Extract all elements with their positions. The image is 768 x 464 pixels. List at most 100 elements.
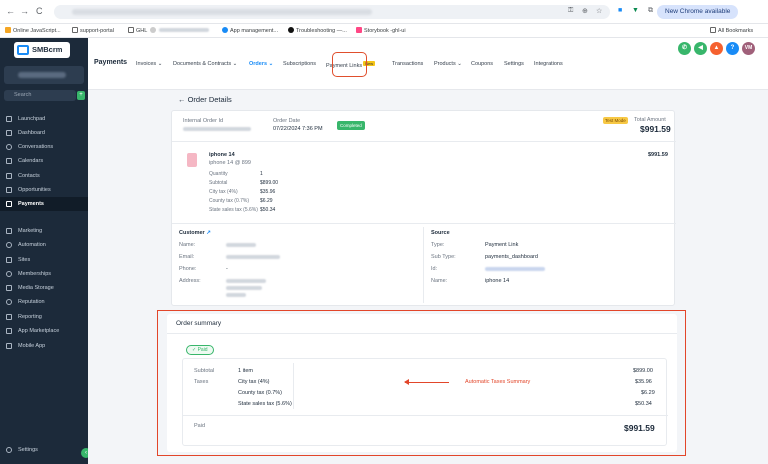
filter-extension-icon[interactable]: ▼ <box>632 7 639 14</box>
bookmark-1[interactable]: Online JavaScript... <box>5 27 61 34</box>
memberships-icon <box>6 271 12 277</box>
bookmark-2[interactable]: support-portal <box>72 27 114 34</box>
sidebar-item-automation[interactable]: Automation <box>0 238 88 252</box>
line-label: State sales tax (5.6%) <box>209 207 258 213</box>
source-name-label: Name: <box>431 278 448 284</box>
source-name-value: iphone 14 <box>485 278 510 284</box>
source-section: Source Type: Payment Link Sub Type: paym… <box>428 225 672 305</box>
bell-icon[interactable]: ▲ <box>710 42 723 55</box>
sidebar-item-marketing[interactable]: Marketing <box>0 224 88 238</box>
marketplace-icon <box>6 328 12 334</box>
order-summary-heading: Order summary <box>176 320 222 327</box>
product-subtitle: iphone 14 @ 899 <box>209 160 251 166</box>
zoom-icon[interactable]: ⊕ <box>582 7 588 15</box>
tax-name: State sales tax (5.6%) <box>238 401 292 407</box>
status-badge: Completed <box>337 121 365 130</box>
address-bar[interactable] <box>54 5 610 19</box>
line-value: 1 <box>260 171 263 177</box>
star-icon[interactable]: ☆ <box>596 7 602 15</box>
dashboard-icon <box>6 130 12 136</box>
tab-integrations[interactable]: Integrations <box>534 61 563 67</box>
sidebar-item-sites[interactable]: Sites <box>0 253 88 267</box>
browser-toolbar: ← → C ⚿ ⊕ ☆ ■ ▼ ⧉ New Chrome available <box>0 0 768 24</box>
new-chrome-button[interactable]: New Chrome available <box>657 5 739 19</box>
sidebar-item-contacts[interactable]: Contacts <box>0 169 88 183</box>
reload-icon[interactable]: C <box>36 6 43 16</box>
sidebar-item-mobile-app[interactable]: Mobile App <box>0 339 88 353</box>
search-input[interactable]: Search <box>4 90 76 101</box>
megaphone-icon[interactable]: ◀ <box>694 42 707 55</box>
all-bookmarks[interactable]: All Bookmarks <box>710 27 753 34</box>
customer-section: Customer ↗ Name: Email: Phone: - Address… <box>176 225 416 305</box>
order-summary-card: Order summary ✓ Paid Subtotal 1 item $89… <box>167 314 677 452</box>
tax-value: $35.96 <box>635 379 652 385</box>
order-date-value: 07/22/2024 7:36 PM <box>273 126 323 132</box>
sidebar-item-conversations[interactable]: Conversations <box>0 140 88 154</box>
bookmark-redacted[interactable] <box>150 27 216 34</box>
top-nav: Payments Invoices ⌄ Documents & Contract… <box>88 38 768 90</box>
avatar[interactable]: VM <box>742 42 755 55</box>
source-id-value[interactable] <box>485 267 545 271</box>
tab-settings[interactable]: Settings <box>504 61 524 67</box>
help-icon[interactable]: ? <box>726 42 739 55</box>
order-details-title[interactable]: ← Order Details <box>178 95 232 104</box>
orders-highlight <box>332 52 367 77</box>
sidebar-item-memberships[interactable]: Memberships <box>0 267 88 281</box>
sidebar-item-reporting[interactable]: Reporting <box>0 310 88 324</box>
product-name: iphone 14 <box>209 152 235 158</box>
sites-icon <box>6 257 12 263</box>
tab-orders[interactable]: Orders ⌄ <box>249 61 273 67</box>
quick-add-button[interactable]: + <box>77 91 85 100</box>
forward-icon[interactable]: → <box>20 6 29 16</box>
sidebar-item-settings[interactable]: Settings <box>0 443 88 457</box>
customer-name-label: Name: <box>179 242 196 248</box>
bookmark-4[interactable]: App management... <box>222 27 278 34</box>
tab-coupons[interactable]: Coupons <box>471 61 493 67</box>
line-label: City tax (4%) <box>209 189 238 195</box>
subtotal-items: 1 item <box>238 368 253 374</box>
bookmark-6[interactable]: Storybook -ghl-ui <box>356 27 406 34</box>
taxes-label: Taxes <box>194 379 209 385</box>
sidebar-item-launchpad[interactable]: Launchpad <box>0 112 88 126</box>
bookmark-3[interactable]: GHL <box>128 27 147 34</box>
subtotal-label: Subtotal <box>194 368 215 374</box>
sidebar: SMBcrm Search + Launchpad Dashboard Conv… <box>0 38 91 464</box>
payments-icon <box>6 201 12 207</box>
automation-icon <box>6 242 12 248</box>
tab-subscriptions[interactable]: Subscriptions <box>283 61 316 67</box>
tax-name: City tax (4%) <box>238 379 270 385</box>
bookmark-5[interactable]: Troubleshooting —... <box>288 27 347 34</box>
sidebar-item-payments[interactable]: Payments <box>0 197 88 211</box>
customer-phone-value: - <box>226 266 228 272</box>
customer-phone-label: Phone: <box>179 266 197 272</box>
tab-documents-contracts[interactable]: Documents & Contracts ⌄ <box>173 61 237 67</box>
back-icon[interactable]: ← <box>6 6 15 16</box>
page-title: Payments <box>94 59 128 66</box>
sidebar-item-calendars[interactable]: Calendars <box>0 154 88 168</box>
sidebar-item-media-storage[interactable]: Media Storage <box>0 281 88 295</box>
source-heading: Source <box>431 230 450 236</box>
phone-icon[interactable]: ✆ <box>678 42 691 55</box>
sidebar-item-opportunities[interactable]: Opportunities <box>0 183 88 197</box>
sidebar-item-dashboard[interactable]: Dashboard <box>0 126 88 140</box>
annotation-arrow <box>404 379 449 385</box>
sidebar-item-reputation[interactable]: Reputation <box>0 295 88 309</box>
opportunities-icon <box>6 187 12 193</box>
sidebar-item-app-marketplace[interactable]: App Marketplace <box>0 324 88 338</box>
customer-address-label: Address: <box>179 278 201 284</box>
source-type-value: Payment Link <box>485 242 519 248</box>
internal-order-id-value <box>183 127 251 131</box>
key-icon[interactable]: ⚿ <box>568 7 573 15</box>
tab-transactions[interactable]: Transactions <box>392 61 423 67</box>
tab-products[interactable]: Products ⌄ <box>434 61 462 67</box>
logo[interactable]: SMBcrm <box>14 42 70 58</box>
puzzle-icon[interactable]: ⧉ <box>648 7 653 15</box>
main-content: ← Order Details Internal Order Id Order … <box>88 90 768 464</box>
order-date-label: Order Date <box>273 118 301 124</box>
product-image <box>187 153 197 167</box>
line-value: $50.34 <box>260 207 276 213</box>
account-switcher[interactable] <box>4 66 84 84</box>
extension-icon[interactable]: ■ <box>618 7 622 14</box>
product-total: $991.59 <box>648 152 668 158</box>
tab-invoices[interactable]: Invoices ⌄ <box>136 61 162 67</box>
